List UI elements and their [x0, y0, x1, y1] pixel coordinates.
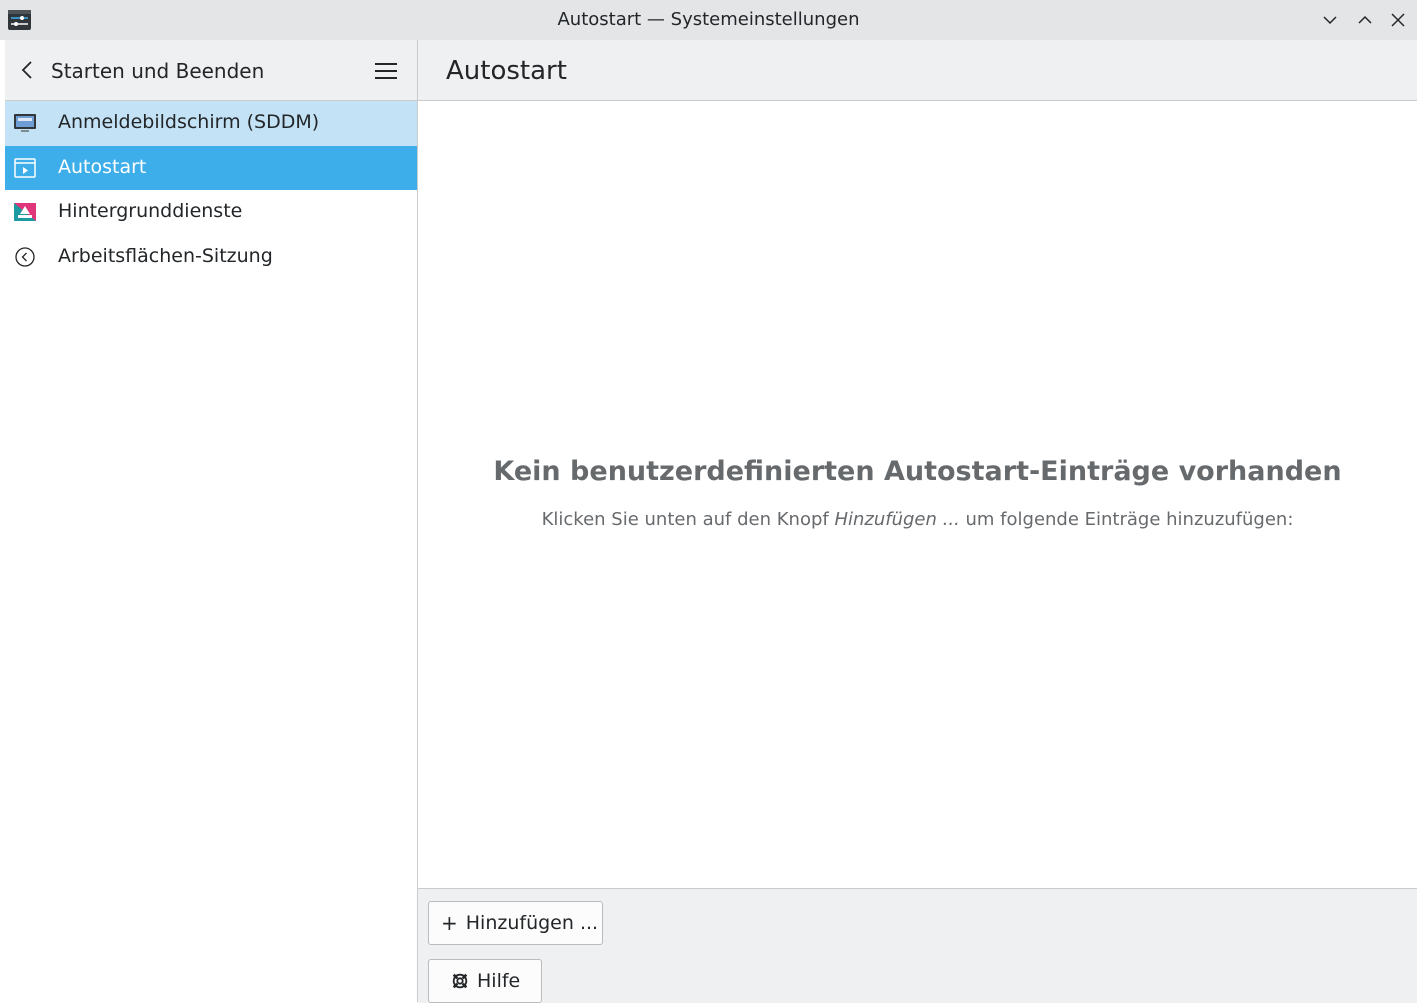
sidebar-header: Starten und Beenden [5, 40, 417, 101]
page-title: Autostart [446, 56, 567, 86]
sidebar-item-desktop-session[interactable]: Arbeitsflächen-Sitzung [5, 235, 417, 280]
sidebar-item-label: Arbeitsflächen-Sitzung [58, 244, 273, 267]
sidebar-item-sddm[interactable]: Anmeldebildschirm (SDDM) [5, 101, 417, 146]
maximize-icon[interactable] [1355, 10, 1375, 30]
help-icon [452, 973, 468, 989]
main-header: Autostart [418, 40, 1417, 101]
sidebar-item-autostart[interactable]: Autostart [5, 145, 417, 190]
empty-state-hint: Klicken Sie unten auf den Knopf Hinzufüg… [418, 509, 1417, 530]
autostart-icon [14, 157, 36, 178]
window-title: Autostart — Systemeinstellungen [557, 9, 860, 30]
sidebar-item-background-services[interactable]: Hintergrunddienste [5, 190, 417, 235]
session-icon [15, 246, 35, 267]
empty-state-hint-button-name: Hinzufügen ... [834, 509, 960, 530]
minimize-icon[interactable] [1320, 10, 1340, 30]
close-icon[interactable] [1388, 10, 1408, 30]
footer-toolbar: + Hinzufügen ... Hilfe [418, 888, 1417, 1003]
sidebar-item-label: Anmeldebildschirm (SDDM) [58, 111, 320, 133]
services-icon [14, 203, 36, 221]
add-button[interactable]: + Hinzufügen ... [428, 901, 603, 945]
add-button-label: Hinzufügen ... [465, 912, 599, 934]
sidebar: Starten und Beenden Anmeldebildschirm (S… [5, 40, 417, 1002]
sidebar-item-label: Autostart [58, 155, 147, 178]
autostart-list-area: Kein benutzerdefinierten Autostart-Eintr… [418, 101, 1417, 888]
hamburger-menu-icon[interactable] [373, 60, 399, 82]
sidebar-list: Anmeldebildschirm (SDDM) Autostart Hinte… [5, 101, 417, 279]
empty-state-hint-end: um folgende Einträge hinzuzufügen: [959, 509, 1294, 530]
sidebar-item-label: Hintergrunddienste [58, 200, 243, 222]
empty-state-hint-start: Klicken Sie unten auf den Knopf [541, 509, 835, 530]
monitor-icon [14, 114, 36, 132]
back-arrow-icon[interactable] [17, 59, 39, 81]
empty-state-title: Kein benutzerdefinierten Autostart-Eintr… [493, 456, 1342, 487]
plus-icon: + [441, 911, 458, 935]
help-button-label: Hilfe [477, 970, 521, 992]
sidebar-title: Starten und Beenden [51, 59, 265, 83]
help-button[interactable]: Hilfe [428, 959, 542, 1003]
window-titlebar: Autostart — Systemeinstellungen [0, 0, 1417, 40]
